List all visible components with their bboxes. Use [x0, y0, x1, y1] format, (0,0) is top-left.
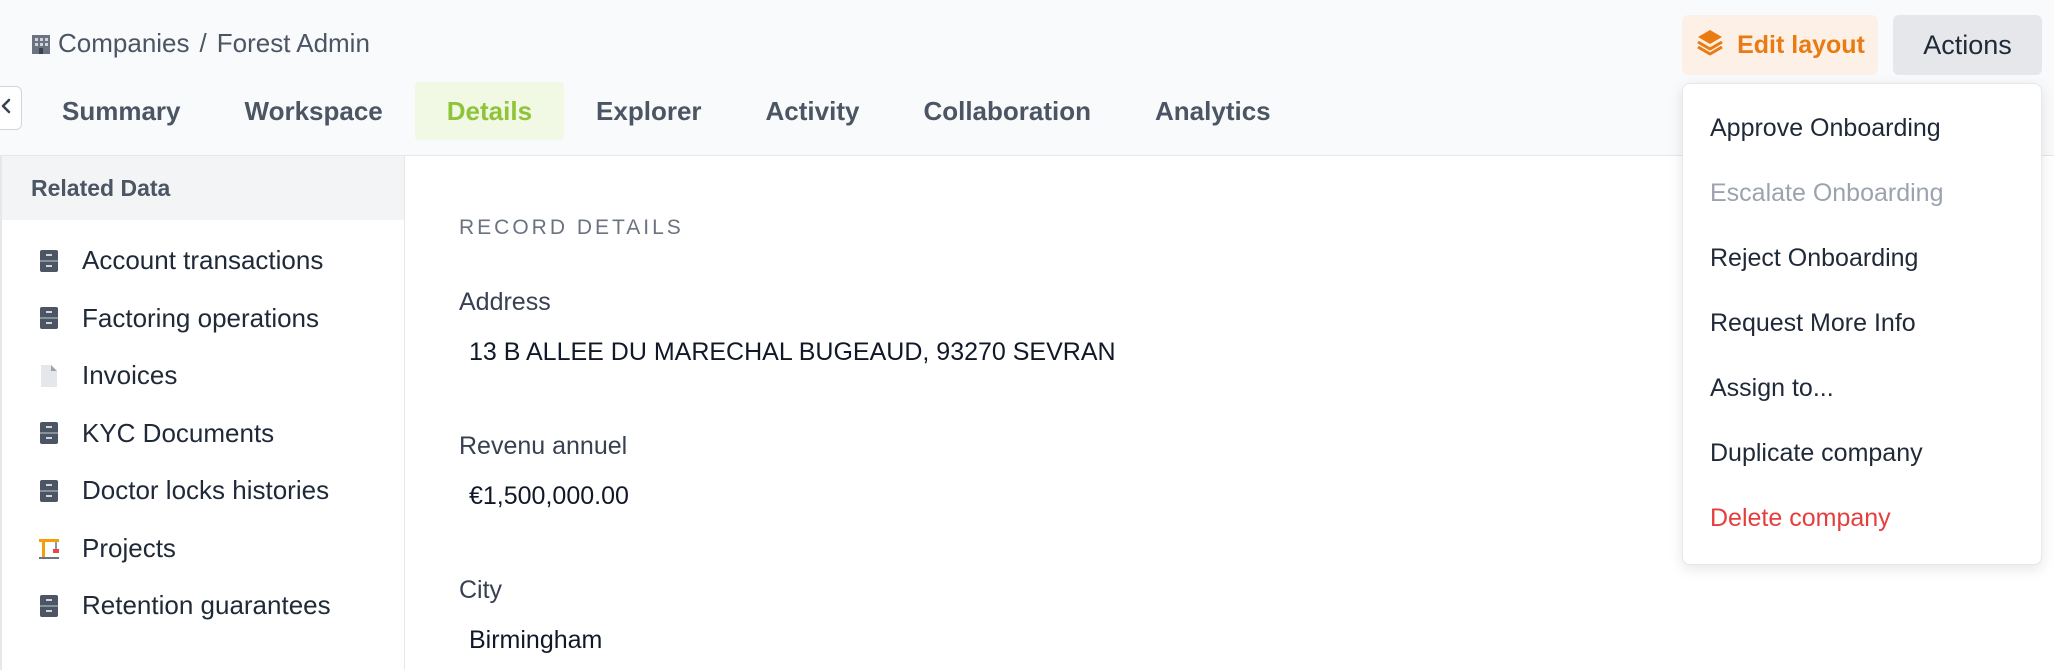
tab-details[interactable]: Details — [414, 82, 565, 140]
sidebar-item-label: Factoring operations — [82, 302, 320, 333]
breadcrumb-separator: / — [199, 28, 207, 58]
field-label-address: Address — [459, 288, 551, 316]
collapse-sidebar-button[interactable] — [0, 86, 22, 130]
edit-layout-button[interactable]: Edit layout — [1682, 15, 1878, 75]
actions-button-label: Actions — [1923, 29, 2012, 60]
edit-layout-label: Edit layout — [1737, 30, 1865, 59]
menu-item-request-more-info[interactable]: Request More Info — [1683, 291, 2041, 356]
field-label-city: City — [459, 576, 503, 604]
menu-item-approve-onboarding[interactable]: Approve Onboarding — [1683, 96, 2041, 161]
field-value-address[interactable]: 13 B ALLEE DU MARECHAL BUGEAUD, 93270 SE… — [469, 338, 1116, 367]
actions-dropdown-menu: Approve Onboarding Escalate Onboarding R… — [1682, 83, 2042, 565]
menu-item-duplicate-company[interactable]: Duplicate company — [1683, 421, 2041, 486]
tab-analytics[interactable]: Analytics — [1123, 82, 1303, 140]
sidebar-item-label: Account transactions — [82, 245, 324, 276]
field-value-city[interactable]: Birmingham — [469, 626, 602, 655]
breadcrumb-current: Forest Admin — [216, 28, 370, 58]
tab-label: Details — [446, 95, 533, 126]
tab-label: Activity — [765, 95, 860, 126]
sidebar-item-label: KYC Documents — [82, 417, 275, 448]
section-title: RECORD DETAILS — [459, 216, 684, 239]
page-icon — [36, 363, 62, 389]
tab-label: Summary — [62, 95, 181, 126]
file-cabinet-icon — [36, 248, 62, 274]
tab-label: Workspace — [244, 95, 383, 126]
menu-item-assign-to[interactable]: Assign to... — [1683, 356, 2041, 421]
tab-summary[interactable]: Summary — [30, 82, 213, 140]
file-cabinet-icon — [36, 420, 62, 446]
construction-crane-icon — [36, 535, 62, 561]
tab-bar: Summary Workspace Details Explorer Activ… — [30, 82, 1303, 140]
tab-label: Analytics — [1155, 95, 1271, 126]
sidebar-item-label: Projects — [82, 532, 176, 563]
sidebar-item-label: Invoices — [82, 360, 178, 391]
sidebar-item-factoring-operations[interactable]: Factoring operations — [2, 290, 404, 348]
breadcrumb-parent-link[interactable]: Companies — [58, 28, 190, 59]
sidebar-header: Related Data — [2, 156, 404, 220]
menu-item-delete-company[interactable]: Delete company — [1683, 486, 2041, 551]
tab-workspace[interactable]: Workspace — [213, 82, 415, 140]
layers-icon — [1695, 27, 1725, 64]
breadcrumb: Companies / Forest Admin — [30, 28, 370, 59]
menu-item-escalate-onboarding: Escalate Onboarding — [1710, 179, 1944, 207]
tab-label: Collaboration — [923, 95, 1092, 126]
file-cabinet-icon — [36, 305, 62, 331]
sidebar-item-kyc-documents[interactable]: KYC Documents — [2, 405, 404, 463]
sidebar-item-label: Doctor locks histories — [82, 475, 330, 506]
related-data-sidebar: Related Data Account transactions Factor… — [0, 156, 405, 670]
tab-collaboration[interactable]: Collaboration — [891, 82, 1123, 140]
sidebar-item-doctor-locks-histories[interactable]: Doctor locks histories — [2, 462, 404, 520]
actions-button[interactable]: Actions — [1893, 15, 2042, 75]
tab-label: Explorer — [596, 95, 702, 126]
sidebar-item-label: Retention guarantees — [82, 590, 331, 621]
file-cabinet-icon — [36, 478, 62, 504]
tab-explorer[interactable]: Explorer — [564, 82, 734, 140]
sidebar-item-retention-guarantees[interactable]: Retention guarantees — [2, 577, 404, 635]
menu-item-reject-onboarding[interactable]: Reject Onboarding — [1683, 226, 2041, 291]
tab-activity[interactable]: Activity — [734, 82, 892, 140]
related-data-list: Account transactions Factoring operation… — [2, 220, 404, 635]
field-value-revenu-annuel[interactable]: €1,500,000.00 — [469, 482, 629, 511]
office-building-icon — [30, 33, 52, 55]
file-cabinet-icon — [36, 593, 62, 619]
sidebar-item-invoices[interactable]: Invoices — [2, 347, 404, 405]
sidebar-item-projects[interactable]: Projects — [2, 520, 404, 578]
sidebar-item-account-transactions[interactable]: Account transactions — [2, 232, 404, 290]
chevron-left-icon — [0, 97, 13, 120]
field-label-revenu-annuel: Revenu annuel — [459, 432, 628, 460]
